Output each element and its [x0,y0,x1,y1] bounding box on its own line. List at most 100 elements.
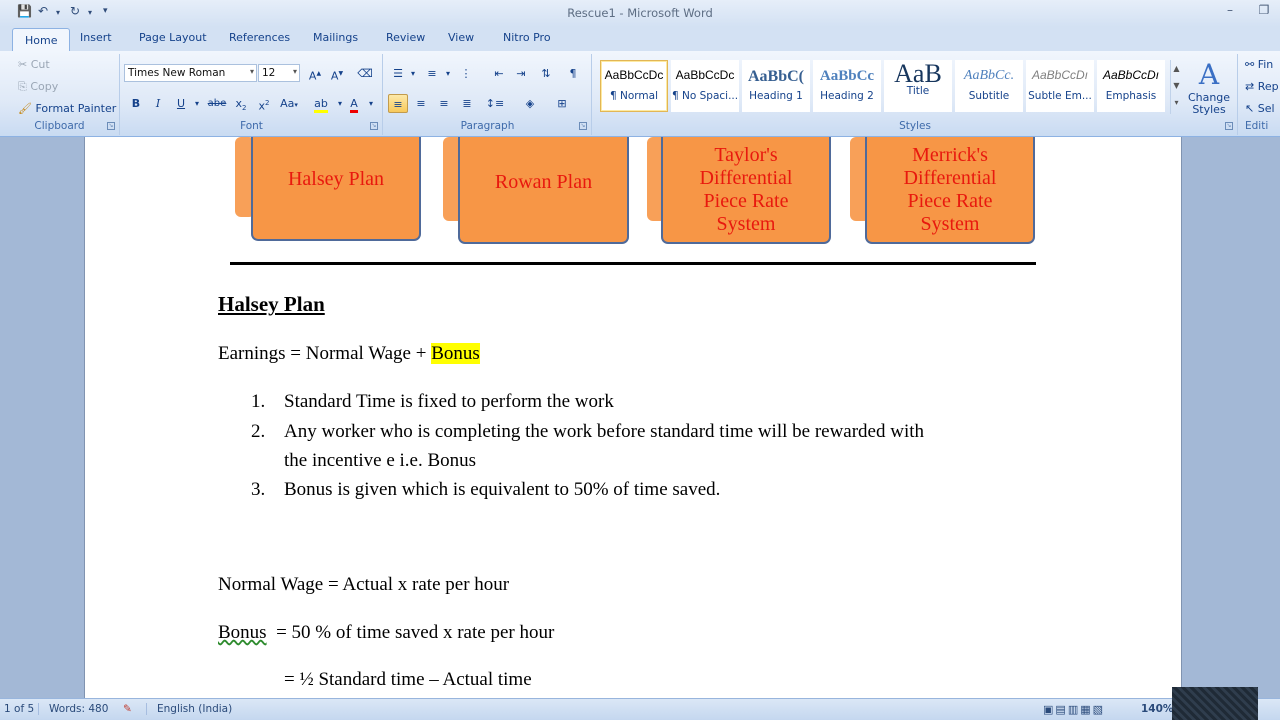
grow-font-icon[interactable]: A▲ [305,64,325,83]
highlight-icon[interactable]: ab [311,94,331,113]
smartart-box-rowan[interactable]: Rowan Plan [458,137,629,244]
clear-formatting-icon[interactable]: ⌫ [355,64,375,83]
bullets-dropdown-icon[interactable]: ▾ [403,64,423,83]
copy-label: Copy [30,80,59,93]
tab-page-layout[interactable]: Page Layout [139,31,207,44]
proofing-icon[interactable]: ✎ [123,703,132,715]
align-center-icon[interactable]: ≡ [411,94,431,113]
superscript-icon[interactable]: x2 [254,94,274,113]
shading-icon[interactable]: ◈ [520,94,540,113]
word-count[interactable]: Words: 480 [38,703,108,715]
gallery-down-icon[interactable]: ▼ [1171,77,1182,94]
tab-home[interactable]: Home [12,28,71,52]
gallery-up-icon[interactable]: ▲ [1171,60,1182,77]
bonus-formula-text: = 50 % of time saved x rate per hour [266,622,555,643]
full-screen-icon[interactable]: ▤ [1055,703,1067,716]
clipboard-launcher-icon[interactable]: ↘ [107,122,115,130]
increase-indent-icon[interactable]: ⇥ [511,64,531,83]
bonus-word: Bonus [218,622,267,643]
font-size-select[interactable]: 12 ▾ [258,64,300,82]
select-button[interactable]: ↖ Sel [1245,102,1275,115]
web-layout-icon[interactable]: ▥ [1068,703,1080,716]
show-formatting-marks-icon[interactable]: ¶ [563,64,583,83]
style-no-spacing[interactable]: AaBbCcDc ¶ No Spaci... [671,60,739,112]
style-title[interactable]: AaB Title [884,60,952,112]
paragraph-launcher-icon[interactable]: ↘ [579,122,587,130]
multilevel-list-icon[interactable]: ⋮ [456,64,476,83]
gallery-more-icon[interactable]: ▾ [1171,94,1182,111]
format-painter-button[interactable]: 🖌 Format Painter [18,102,116,115]
clipboard-group: ✂ Cut ⎘ Copy 🖌 Format Painter Clipboard … [0,54,120,135]
select-label: Sel [1257,102,1275,115]
numbering-dropdown-icon[interactable]: ▾ [438,64,458,83]
font-launcher-icon[interactable]: ↘ [370,122,378,130]
style-normal[interactable]: AaBbCcDc ¶ Normal [600,60,668,112]
style-heading-1[interactable]: AaBbC( Heading 1 [742,60,810,112]
style-heading-1-sample: AaBbC( [747,68,804,85]
cut-button[interactable]: ✂ Cut [18,58,50,71]
underline-dropdown-icon[interactable]: ▾ [187,94,207,113]
tab-review[interactable]: Review [386,31,425,44]
styles-launcher-icon[interactable]: ↘ [1225,122,1233,130]
smartart-box-merrick[interactable]: Merrick's Differential Piece Rate System [865,137,1035,244]
style-subtle-emphasis[interactable]: AaBbCcDı Subtle Em... [1026,60,1094,112]
zoom-level[interactable]: 140% [1141,703,1173,715]
smartart-box-halsey[interactable]: Halsey Plan [251,137,421,241]
shrink-font-icon[interactable]: A▼ [327,64,347,83]
normal-wage-formula: Normal Wage = Actual x rate per hour [218,574,510,595]
tab-insert[interactable]: Insert [80,31,112,44]
document-page[interactable]: Halsey Plan Rowan Plan Taylor's Differen… [84,137,1182,698]
list-item: Any worker who is completing the work be… [284,421,925,442]
status-bar: 1 of 5 Words: 480 ✎ English (India) ▣▤▥▦… [0,687,1280,720]
font-group: Times New Roman ▾ 12 ▾ A▲ A▼ ⌫ B I U ▾ abe… [121,54,383,135]
sort-icon[interactable]: ⇅ [536,64,556,83]
strikethrough-icon[interactable]: abe [207,94,227,113]
style-emphasis[interactable]: AaBbCcDı Emphasis [1097,60,1165,112]
style-normal-sample: AaBbCcDc [604,68,664,82]
outline-icon[interactable]: ▦ [1080,703,1092,716]
minimize-icon[interactable]: – [1220,3,1240,19]
zoom-slider[interactable] [1172,687,1258,720]
copy-button[interactable]: ⎘ Copy [18,80,58,94]
view-buttons[interactable]: ▣▤▥▦▧ [1043,703,1105,716]
tab-nitro-pro[interactable]: Nitro Pro [503,31,551,44]
font-family-select[interactable]: Times New Roman ▾ [124,64,257,82]
style-subtitle[interactable]: AaBbCc. Subtitle [955,60,1023,112]
subscript-icon[interactable]: x2 [231,94,251,113]
tab-references[interactable]: References [229,31,290,44]
decrease-indent-icon[interactable]: ⇤ [489,64,509,83]
justify-icon[interactable]: ≣ [457,94,477,113]
style-subtle-emphasis-sample: AaBbCcDı [1031,68,1089,82]
find-button[interactable]: ⚯ Fin [1245,58,1273,71]
title-bar: 💾 ↶ ▾ ↻ ▾ ▾ Rescue1 - Microsoft Word – ❐ [0,0,1280,27]
language-indicator[interactable]: English (India) [146,703,232,715]
align-left-icon[interactable]: ≡ [388,94,408,113]
format-painter-label: Format Painter [35,102,117,115]
bonus-formula: Bonus = 50 % of time saved x rate per ho… [218,622,554,644]
tab-view[interactable]: View [448,31,474,44]
print-layout-icon[interactable]: ▣ [1043,703,1055,716]
smartart-box-taylor[interactable]: Taylor's Differential Piece Rate System [661,137,831,244]
draft-icon[interactable]: ▧ [1093,703,1105,716]
bold-icon[interactable]: B [126,94,146,113]
ribbon-tabs: Home Insert Page Layout References Maili… [0,27,1280,52]
change-case-icon[interactable]: Aa▾ [279,94,299,113]
page-count[interactable]: 1 of 5 [4,703,34,715]
list-item-continuation: the incentive e i.e. Bonus [284,450,477,471]
italic-icon[interactable]: I [148,94,168,113]
style-heading-2[interactable]: AaBbCc Heading 2 [813,60,881,112]
gallery-scroll[interactable]: ▲ ▼ ▾ [1170,60,1182,114]
document-area[interactable]: Halsey Plan Rowan Plan Taylor's Differen… [0,137,1280,698]
maximize-icon[interactable]: ❐ [1254,3,1274,19]
clipboard-group-label: Clipboard [34,120,85,132]
list-number: 2. [251,421,266,442]
font-color-dropdown-icon[interactable]: ▾ [361,94,381,113]
borders-icon[interactable]: ⊞ [552,94,572,113]
align-right-icon[interactable]: ≡ [434,94,454,113]
line-spacing-icon[interactable]: ↕≡ [485,94,505,113]
change-styles-button[interactable]: A Change Styles [1185,58,1233,118]
replace-button[interactable]: ⇄ Rep [1245,80,1279,93]
style-subtitle-sample: AaBbCc. [963,68,1015,83]
tab-mailings[interactable]: Mailings [313,31,358,44]
style-heading-2-sample: AaBbCc [819,68,875,84]
